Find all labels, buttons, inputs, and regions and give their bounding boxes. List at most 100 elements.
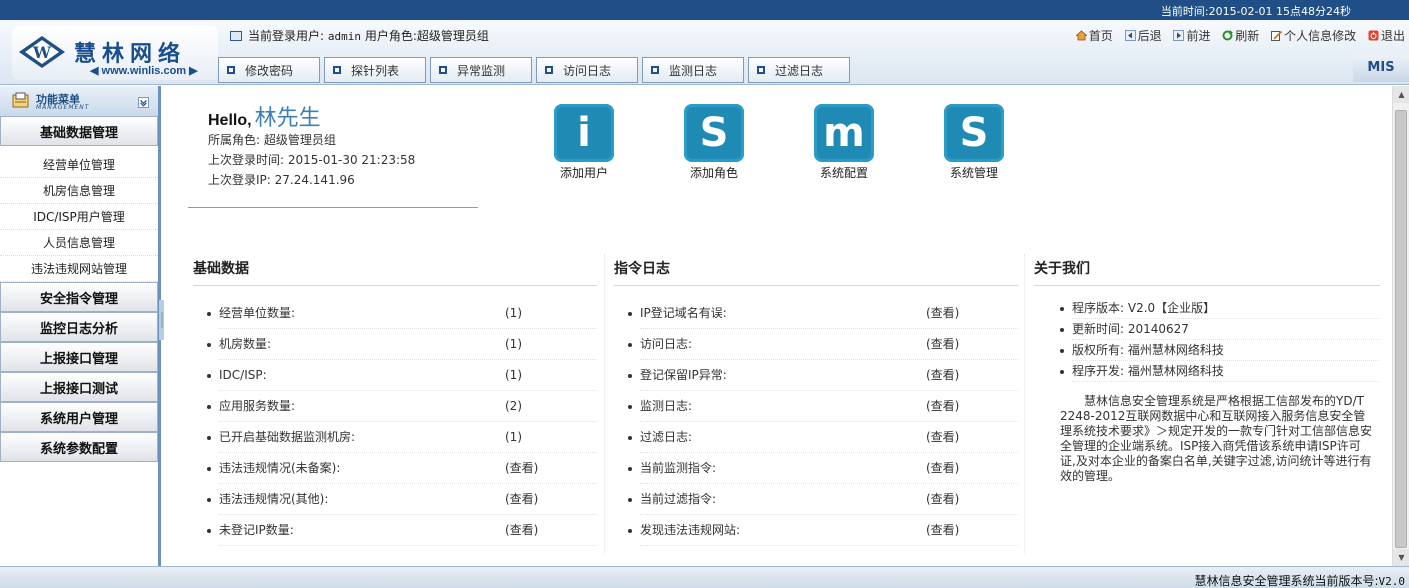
- sidebar-item-illegal-site[interactable]: 违法违规网站管理: [0, 256, 158, 282]
- header: W 慧林网络 ◀ www.winlis.com ▶ 当前登录用户: admin …: [0, 20, 1409, 85]
- square-bullet-icon: [227, 66, 235, 74]
- user-display-name: 林先生: [254, 105, 321, 130]
- list-item: 违法违规情况(其他): (查看): [207, 484, 597, 515]
- sidebar-item-machine-room[interactable]: 机房信息管理: [0, 178, 158, 204]
- last-login-time: 上次登录时间: 2015-01-30 21:23:58: [208, 153, 416, 167]
- list-item: 程序版本: V2.0【企业版】: [1060, 298, 1380, 319]
- add-user-shortcut[interactable]: i 添加用户: [544, 104, 624, 181]
- top-links: 首页 后退 前进 刷新 个人信息修改 退出: [1068, 27, 1405, 44]
- view-link[interactable]: (查看): [926, 360, 959, 390]
- current-time: 当前时间:2015-02-01 15点48分24秒: [1160, 5, 1351, 18]
- sidebar-subtitle: MANAGEMENT: [36, 104, 90, 111]
- sidebar-group-basic-data[interactable]: 基础数据管理: [0, 116, 158, 146]
- view-link[interactable]: (查看): [505, 484, 538, 514]
- sub-navigation: 修改密码 探针列表 异常监测 访问日志 监测日志 过滤日志: [218, 57, 854, 83]
- list-item: 已开启基础数据监测机房: (1): [207, 422, 597, 453]
- list-item: 未登记IP数量: (查看): [207, 515, 597, 546]
- filter-log-button[interactable]: 过滤日志: [748, 57, 850, 83]
- monitor-icon: [230, 31, 242, 41]
- square-bullet-icon: [545, 66, 553, 74]
- sidebar-group-system-user[interactable]: 系统用户管理: [0, 402, 158, 432]
- sidebar-item-personnel[interactable]: 人员信息管理: [0, 230, 158, 256]
- sidebar: 功能菜单 MANAGEMENT 基础数据管理 经营单位管理 机房信息管理 IDC…: [0, 86, 161, 566]
- add-user-icon: i: [554, 104, 614, 162]
- list-item: 程序开发: 福州慧林网络科技: [1060, 361, 1380, 382]
- view-link[interactable]: (查看): [926, 515, 959, 545]
- version-info: 慧林信息安全管理系统当前版本号:V2.0: [1194, 574, 1405, 588]
- edit-icon: [1271, 30, 1283, 41]
- view-link[interactable]: (查看): [926, 329, 959, 359]
- main-content: Hello, 林先生 所属角色: 超级管理员组 上次登录时间: 2015-01-3…: [164, 86, 1392, 566]
- home-link[interactable]: 首页: [1075, 29, 1117, 43]
- view-link[interactable]: (查看): [505, 515, 538, 545]
- refresh-link[interactable]: 刷新: [1222, 29, 1263, 43]
- probe-list-button[interactable]: 探针列表: [324, 57, 426, 83]
- panel-title: 关于我们: [1034, 254, 1380, 286]
- view-link[interactable]: (查看): [926, 484, 959, 514]
- profile-edit-link[interactable]: 个人信息修改: [1271, 29, 1360, 43]
- system-config-shortcut[interactable]: m 系统配置: [804, 104, 884, 181]
- sidebar-group-report-interface[interactable]: 上报接口管理: [0, 342, 158, 372]
- panel-separator: [604, 254, 605, 554]
- list-item: 违法违规情况(未备案): (查看): [207, 453, 597, 484]
- list-item: 过滤日志: (查看): [628, 422, 1018, 453]
- login-user-info: 当前登录用户: admin 用户角色:超级管理员组: [230, 27, 489, 44]
- add-role-shortcut[interactable]: S 添加角色: [674, 104, 754, 181]
- list-item: 机房数量: (1): [207, 329, 597, 360]
- view-link[interactable]: (查看): [926, 391, 959, 421]
- panel-title: 基础数据: [193, 254, 597, 286]
- vertical-scrollbar[interactable]: ▲ ▼: [1392, 86, 1409, 566]
- username: admin: [327, 30, 361, 43]
- back-icon: [1124, 30, 1136, 41]
- view-link[interactable]: (查看): [926, 422, 959, 452]
- view-link[interactable]: (查看): [505, 453, 538, 483]
- sidebar-header: 功能菜单 MANAGEMENT: [0, 86, 158, 116]
- view-link[interactable]: (查看): [926, 298, 959, 328]
- user-role: 超级管理员组: [416, 29, 489, 43]
- list-item: IDC/ISP: (1): [207, 360, 597, 391]
- command-log-panel: 指令日志 IP登记域名有误: (查看) 访问日志: (查看) 登记保留IP异常: (查…: [614, 254, 1018, 559]
- square-bullet-icon: [651, 66, 659, 74]
- scroll-thumb[interactable]: [1395, 110, 1407, 548]
- change-password-button[interactable]: 修改密码: [218, 57, 320, 83]
- role-info: 所属角色: 超级管理员组: [208, 133, 336, 147]
- sidebar-group-system-param[interactable]: 系统参数配置: [0, 432, 158, 462]
- view-link[interactable]: (查看): [926, 453, 959, 483]
- panel-title: 指令日志: [614, 254, 1018, 286]
- access-log-button[interactable]: 访问日志: [536, 57, 638, 83]
- forward-icon: [1173, 30, 1185, 41]
- list-item: 登记保留IP异常: (查看): [628, 360, 1018, 391]
- scroll-up-icon[interactable]: ▲: [1393, 86, 1409, 103]
- system-config-icon: m: [814, 104, 874, 162]
- scroll-down-icon[interactable]: ▼: [1393, 549, 1409, 566]
- sidebar-group-security-command[interactable]: 安全指令管理: [0, 282, 158, 312]
- logo: W 慧林网络 ◀ www.winlis.com ▶: [12, 26, 218, 80]
- last-login-ip: 上次登录IP: 27.24.141.96: [208, 173, 355, 187]
- add-role-icon: S: [684, 104, 744, 162]
- collapse-icon[interactable]: [138, 97, 149, 108]
- forward-link[interactable]: 前进: [1173, 29, 1214, 43]
- square-bullet-icon: [439, 66, 447, 74]
- sidebar-group-monitor-log[interactable]: 监控日志分析: [0, 312, 158, 342]
- footer: 慧林信息安全管理系统当前版本号:V2.0: [0, 566, 1409, 588]
- system-manage-shortcut[interactable]: S 系统管理: [934, 104, 1014, 181]
- about-panel: 关于我们 程序版本: V2.0【企业版】 更新时间: 20140627 版权所有…: [1034, 254, 1380, 559]
- sidebar-item-operating-unit[interactable]: 经营单位管理: [0, 152, 158, 178]
- logout-link[interactable]: 退出: [1368, 29, 1405, 43]
- list-item: 当前过滤指令: (查看): [628, 484, 1018, 515]
- divider: [188, 207, 478, 208]
- list-item: 访问日志: (查看): [628, 329, 1018, 360]
- monitor-log-button[interactable]: 监测日志: [642, 57, 744, 83]
- sidebar-item-idc-isp-user[interactable]: IDC/ISP用户管理: [0, 204, 158, 230]
- list-item: 发现违法违规网站: (查看): [628, 515, 1018, 546]
- square-bullet-icon: [757, 66, 765, 74]
- refresh-icon: [1222, 30, 1234, 41]
- anomaly-monitor-button[interactable]: 异常监测: [430, 57, 532, 83]
- logo-w-icon: W: [19, 36, 65, 68]
- sidebar-group-report-test[interactable]: 上报接口测试: [0, 372, 158, 402]
- list-item: 更新时间: 20140627: [1060, 319, 1380, 340]
- exit-icon: [1368, 30, 1379, 41]
- greeting: Hello, 林先生: [208, 105, 321, 130]
- mis-badge: MIS: [1353, 54, 1409, 82]
- back-link[interactable]: 后退: [1124, 29, 1166, 43]
